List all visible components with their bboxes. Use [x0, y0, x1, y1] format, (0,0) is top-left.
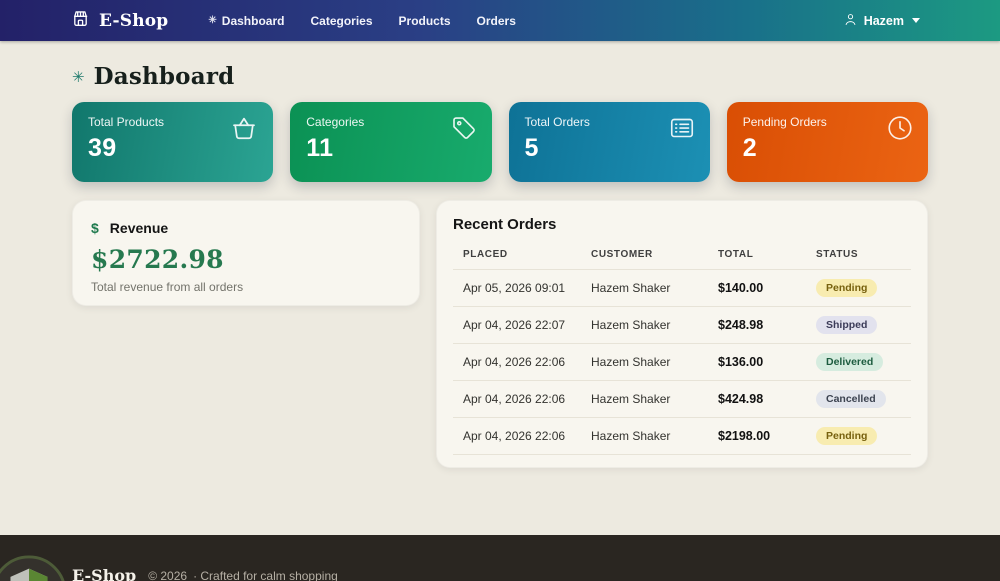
cell-total: $140.00 [718, 269, 816, 307]
cell-total: $2198.00 [718, 417, 816, 455]
footer: حقيل E-Shop © 2026 · Crafted for calm sh… [0, 535, 1000, 581]
status-badge: Cancelled [816, 390, 886, 408]
column-header-placed: PLACED [463, 249, 508, 260]
table-row[interactable]: Apr 05, 2026 09:01 Hazem Shaker $140.00 … [453, 269, 911, 307]
person-icon [843, 12, 858, 30]
user-name: Hazem [863, 13, 904, 28]
user-menu[interactable]: Hazem [843, 12, 920, 30]
table-row[interactable]: Apr 04, 2026 22:07 Hazem Shaker $248.98 … [453, 306, 911, 344]
cell-customer: Hazem Shaker [591, 306, 718, 344]
storefront-icon [70, 8, 91, 34]
stat-card-pending-orders: Pending Orders 2 [726, 102, 928, 182]
nav-item-label: Dashboard [221, 13, 285, 28]
table-row[interactable]: Apr 04, 2026 22:06 Hazem Shaker $424.98 … [453, 380, 911, 418]
cell-total: $136.00 [718, 343, 816, 381]
cell-total: $248.98 [718, 306, 816, 344]
column-header-customer: CUSTOMER [591, 249, 653, 260]
nav-item-products[interactable]: Products [399, 14, 451, 28]
revenue-title: Revenue [109, 220, 169, 236]
status-badge: Shipped [816, 316, 878, 334]
page-title-text: Dashboard [93, 63, 235, 90]
sparkle-icon: ✳ [72, 68, 85, 86]
status-badge: Pending [816, 279, 878, 297]
revenue-subtitle: Total revenue from all orders [91, 280, 244, 294]
dollar-icon: $ [91, 220, 99, 236]
cell-customer: Hazem Shaker [591, 380, 718, 418]
table-row[interactable]: Apr 04, 2026 22:06 Hazem Shaker $2198.00… [453, 417, 911, 455]
column-header-total: TOTAL [718, 249, 754, 260]
nav-item-categories[interactable]: Categories [310, 14, 372, 28]
clock-icon [885, 113, 915, 143]
stat-card-total-products: Total Products 39 [72, 102, 274, 182]
chevron-down-icon [912, 18, 920, 23]
sparkle-icon: ✳ [208, 15, 217, 26]
revenue-amount: $2722.98 [91, 245, 224, 274]
cell-customer: Hazem Shaker [591, 417, 718, 455]
footer-copyright: © 2026 [148, 568, 188, 581]
nav-item-label: Products [398, 13, 451, 28]
cell-placed: Apr 04, 2026 22:06 [453, 343, 591, 381]
cell-customer: Hazem Shaker [591, 269, 718, 307]
recent-orders-card: Recent Orders PLACED CUSTOMER TOTAL STAT… [436, 200, 928, 468]
page-title: ✳ Dashboard [72, 63, 928, 90]
nav-item-dashboard[interactable]: ✳ Dashboard [208, 14, 284, 28]
list-icon [667, 113, 697, 143]
brand[interactable]: E-Shop [70, 8, 168, 34]
recent-orders-title: Recent Orders [453, 216, 557, 233]
status-badge: Delivered [816, 353, 884, 371]
orders-table: PLACED CUSTOMER TOTAL STATUS Apr 05, 202… [453, 239, 911, 461]
table-row[interactable]: Apr 04, 2026 22:06 Hazem Shaker $136.00 … [453, 343, 911, 381]
logo-watermark: حقيل [0, 554, 68, 581]
cell-placed: Apr 05, 2026 09:01 [453, 269, 591, 307]
stat-card-categories: Categories 11 [290, 102, 492, 182]
stats-row: Total Products 39 Categories 11 Total Or… [72, 102, 928, 182]
cell-total: $424.98 [718, 380, 816, 418]
nav-item-orders[interactable]: Orders [477, 14, 516, 28]
main-content: ✳ Dashboard Total Products 39 Categories… [0, 41, 1000, 500]
nav-item-label: Orders [476, 13, 516, 28]
cell-placed: Apr 04, 2026 22:06 [453, 380, 591, 418]
column-header-status: STATUS [816, 249, 859, 260]
cell-placed: Apr 04, 2026 22:07 [453, 306, 591, 344]
basket-icon [228, 113, 260, 145]
lower-panels: $ Revenue $2722.98 Total revenue from al… [72, 200, 928, 468]
brand-name: E-Shop [99, 10, 169, 31]
footer-tagline: · Crafted for calm shopping [193, 568, 338, 581]
nav-item-label: Categories [310, 13, 373, 28]
cell-placed: Apr 04, 2026 22:06 [453, 417, 591, 455]
cell-customer: Hazem Shaker [591, 343, 718, 381]
footer-brand: E-Shop [72, 566, 137, 581]
tag-icon [449, 113, 479, 143]
navbar: E-Shop ✳ Dashboard Categories Products O… [0, 0, 1000, 41]
stat-card-total-orders: Total Orders 5 [508, 102, 710, 182]
revenue-card: $ Revenue $2722.98 Total revenue from al… [72, 200, 420, 306]
status-badge: Pending [816, 427, 878, 445]
